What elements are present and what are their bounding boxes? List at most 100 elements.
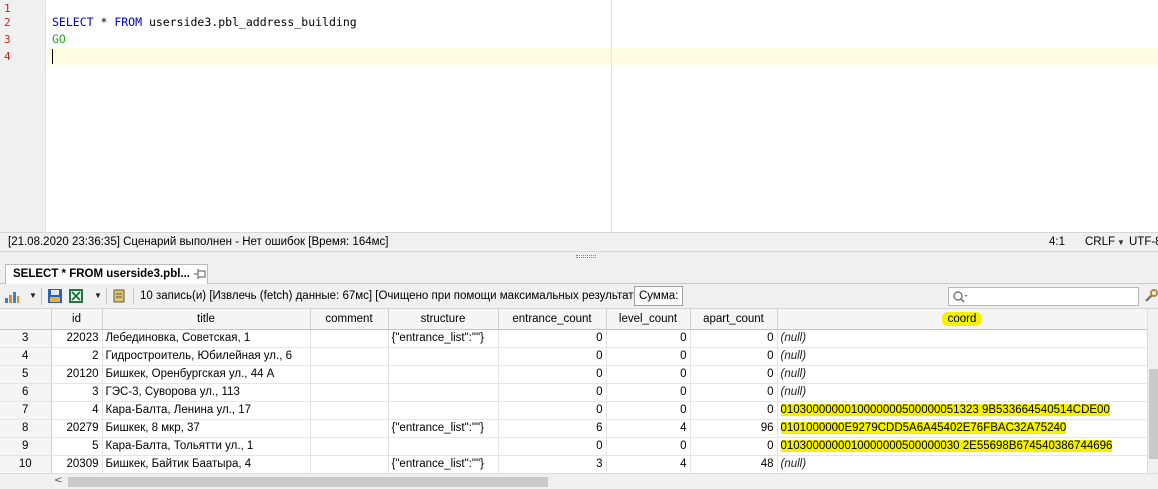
chart-panels-icon[interactable]	[4, 288, 20, 304]
cell-entrance-count[interactable]: 6	[498, 419, 607, 438]
cell-comment[interactable]	[310, 329, 389, 348]
vertical-scroll-thumb[interactable]	[1149, 369, 1158, 459]
table-row[interactable]: 5 20120 Бишкек, Оренбургская ул., 44 А 0 0 0 (…	[0, 365, 1148, 384]
cell-title[interactable]: Гидростроитель, Юбилейная ул., 6	[102, 347, 311, 366]
cell-entrance-count[interactable]: 3	[498, 455, 607, 473]
cell-coord[interactable]: (null)	[777, 365, 1148, 384]
column-header-id[interactable]: id	[51, 309, 103, 330]
cell-apart-count[interactable]: 0	[690, 437, 778, 456]
table-row[interactable]: 6 3 ГЭС-3, Суворова ул., 113 0 0 0 (null)	[0, 383, 1148, 402]
cell-title[interactable]: Бишкек, Оренбургская ул., 44 А	[102, 365, 311, 384]
save-results-icon[interactable]	[47, 288, 63, 304]
results-grid[interactable]: id title comment structure entrance_coun…	[0, 309, 1158, 473]
cell-comment[interactable]	[310, 419, 389, 438]
cell-structure[interactable]	[388, 365, 499, 384]
cell-comment[interactable]	[310, 455, 389, 473]
cell-structure[interactable]: {"entrance_list":""}	[388, 455, 499, 473]
cell-entrance-count[interactable]: 0	[498, 347, 607, 366]
cell-apart-count[interactable]: 48	[690, 455, 778, 473]
table-row[interactable]: 4 2 Гидростроитель, Юбилейная ул., 6 0 0 0 (nu…	[0, 347, 1148, 366]
horizontal-scrollbar[interactable]: <	[0, 473, 1158, 489]
cell-title[interactable]: Бишкек, 8 мкр, 37	[102, 419, 311, 438]
cell-id[interactable]: 4	[51, 401, 103, 420]
cell-structure[interactable]	[388, 347, 499, 366]
cell-structure[interactable]	[388, 437, 499, 456]
wrench-icon[interactable]	[1143, 288, 1158, 304]
cell-apart-count[interactable]: 96	[690, 419, 778, 438]
tab-result[interactable]: SELECT * FROM userside3.pbl...	[5, 264, 208, 285]
cell-comment[interactable]	[310, 347, 389, 366]
cell-entrance-count[interactable]: 0	[498, 365, 607, 384]
cell-entrance-count[interactable]: 0	[498, 383, 607, 402]
cell-level-count[interactable]: 0	[606, 365, 691, 384]
cell-comment[interactable]	[310, 401, 389, 420]
cell-structure[interactable]: {"entrance_list":""}	[388, 329, 499, 348]
column-header-title[interactable]: title	[102, 309, 311, 330]
table-row[interactable]: 3 22023 Лебединовка, Советская, 1 {"entranc…	[0, 329, 1148, 348]
scroll-left-arrow-icon[interactable]: <	[54, 475, 62, 486]
fetch-all-icon[interactable]	[112, 288, 128, 304]
code-line-select[interactable]: SELECT * FROM userside3.pbl_address_buil…	[52, 14, 357, 31]
cell-id[interactable]: 5	[51, 437, 103, 456]
cell-comment[interactable]	[310, 383, 389, 402]
cell-coord[interactable]: 0101000000E9279CDD5A6A45402E76FBAC32A752…	[777, 419, 1148, 438]
sql-editor[interactable]: 1 2 3 4 SELECT * FROM userside3.pbl_addr…	[0, 0, 1158, 232]
cell-title[interactable]: ГЭС-3, Суворова ул., 113	[102, 383, 311, 402]
cell-entrance-count[interactable]: 0	[498, 329, 607, 348]
cell-title[interactable]: Кара-Балта, Ленина ул., 17	[102, 401, 311, 420]
export-excel-icon[interactable]	[68, 288, 84, 304]
cell-apart-count[interactable]: 0	[690, 383, 778, 402]
column-header-coord[interactable]: coord	[777, 309, 1148, 330]
cell-coord[interactable]: (null)	[777, 329, 1148, 348]
column-header-structure[interactable]: structure	[388, 309, 499, 330]
line-ending-selector[interactable]: CRLF ▼	[1085, 233, 1125, 252]
cell-apart-count[interactable]: 0	[690, 347, 778, 366]
cell-comment[interactable]	[310, 437, 389, 456]
code-line-go[interactable]: GO	[52, 31, 66, 48]
cell-structure[interactable]	[388, 401, 499, 420]
panel-splitter[interactable]	[0, 252, 1158, 262]
cell-apart-count[interactable]: 0	[690, 401, 778, 420]
cell-entrance-count[interactable]: 0	[498, 401, 607, 420]
cell-level-count[interactable]: 0	[606, 329, 691, 348]
column-header-level-count[interactable]: level_count	[606, 309, 691, 330]
table-row[interactable]: 8 20279 Бишкек, 8 мкр, 37 {"entrance_list":…	[0, 419, 1148, 438]
cell-title[interactable]: Лебединовка, Советская, 1	[102, 329, 311, 348]
cell-level-count[interactable]: 0	[606, 437, 691, 456]
cell-title[interactable]: Бишкек, Байтик Баатыра, 4	[102, 455, 311, 473]
cell-coord[interactable]: 0103000000010000000500000051323 9B533664…	[777, 401, 1148, 420]
cell-coord[interactable]: (null)	[777, 383, 1148, 402]
chevron-down-icon[interactable]: ▼	[94, 287, 102, 305]
cell-apart-count[interactable]: 0	[690, 329, 778, 348]
cell-apart-count[interactable]: 0	[690, 365, 778, 384]
cell-title[interactable]: Кара-Балта, Тольятти ул., 1	[102, 437, 311, 456]
cell-structure[interactable]	[388, 383, 499, 402]
cell-id[interactable]: 22023	[51, 329, 103, 348]
vertical-scrollbar[interactable]	[1147, 309, 1158, 473]
cell-comment[interactable]	[310, 365, 389, 384]
table-row[interactable]: 9 5 Кара-Балта, Тольятти ул., 1 0 0 0 01030000…	[0, 437, 1148, 456]
column-header-entrance-count[interactable]: entrance_count	[498, 309, 607, 330]
cell-id[interactable]: 20279	[51, 419, 103, 438]
cell-coord[interactable]: 0103000000010000000500000030 2E55698B674…	[777, 437, 1148, 456]
table-row[interactable]: 7 4 Кара-Балта, Ленина ул., 17 0 0 0 010300000…	[0, 401, 1148, 420]
cell-structure[interactable]: {"entrance_list":""}	[388, 419, 499, 438]
chevron-down-icon[interactable]: ▼	[29, 287, 37, 305]
sum-button[interactable]: Сумма:	[634, 286, 684, 306]
cell-id[interactable]: 3	[51, 383, 103, 402]
cell-id[interactable]: 20120	[51, 365, 103, 384]
column-header-apart-count[interactable]: apart_count	[690, 309, 778, 330]
cell-id[interactable]: 2	[51, 347, 103, 366]
cell-coord[interactable]: (null)	[777, 455, 1148, 473]
cell-id[interactable]: 20309	[51, 455, 103, 473]
cell-level-count[interactable]: 0	[606, 383, 691, 402]
cell-level-count[interactable]: 4	[606, 419, 691, 438]
search-input[interactable]	[948, 287, 1139, 306]
cell-level-count[interactable]: 0	[606, 347, 691, 366]
pin-icon[interactable]	[194, 269, 206, 279]
cell-level-count[interactable]: 4	[606, 455, 691, 473]
cell-coord[interactable]: (null)	[777, 347, 1148, 366]
horizontal-scroll-thumb[interactable]	[68, 477, 548, 487]
column-header-comment[interactable]: comment	[310, 309, 389, 330]
cell-entrance-count[interactable]: 0	[498, 437, 607, 456]
